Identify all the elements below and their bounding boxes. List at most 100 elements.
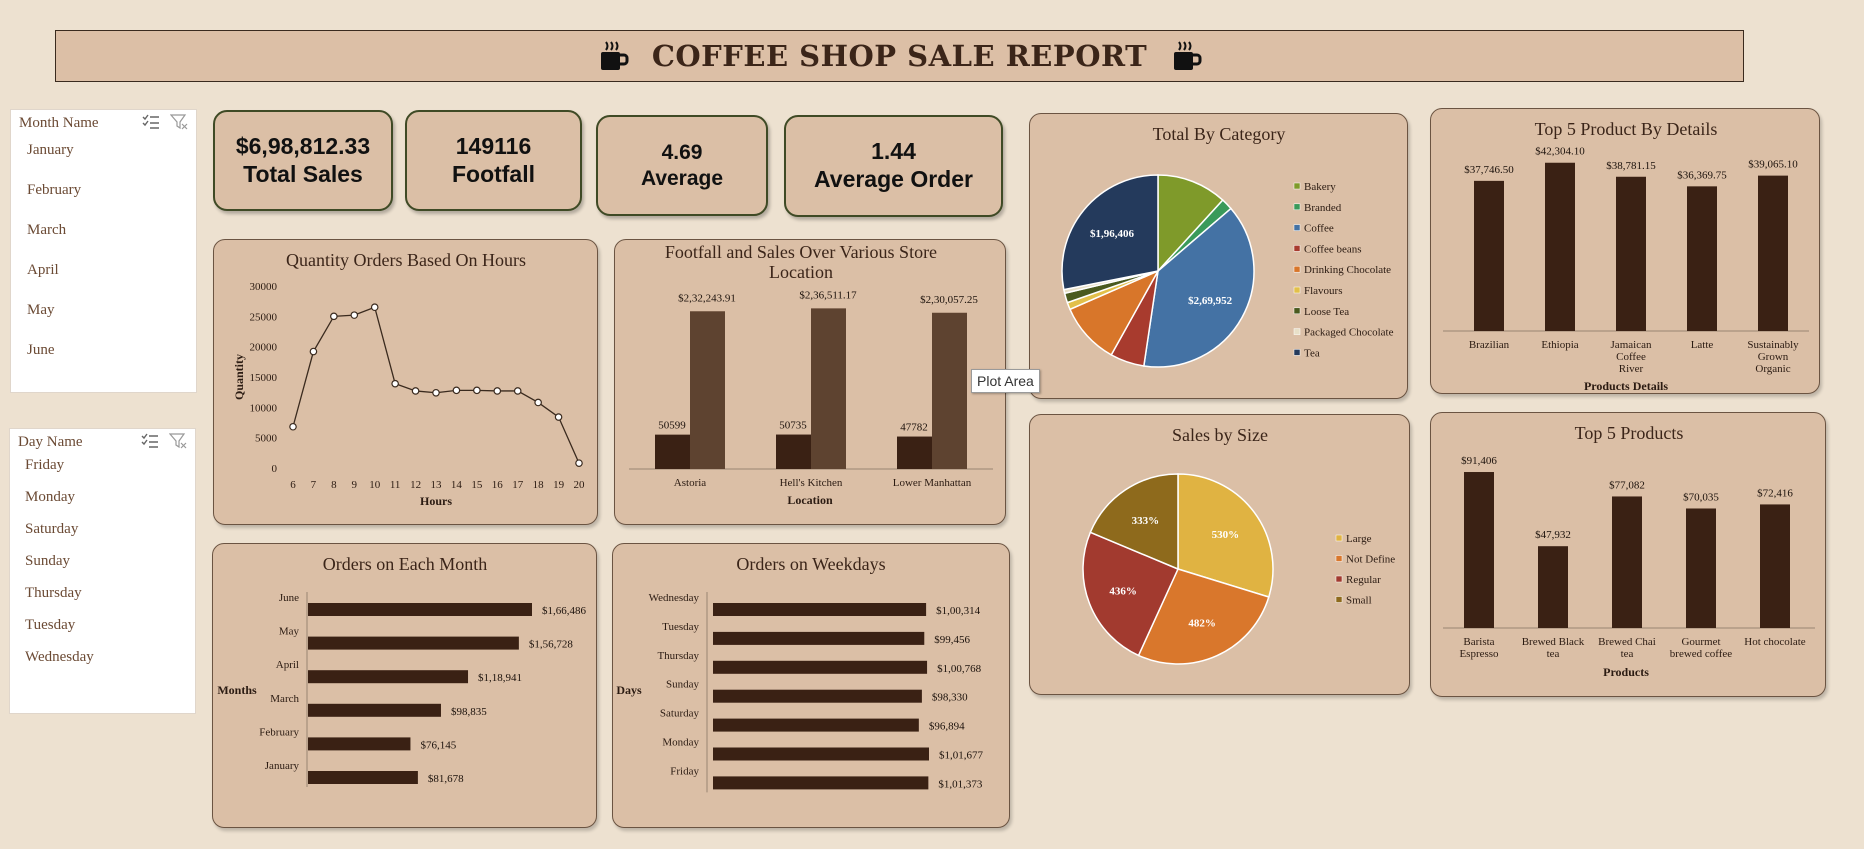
chart-hours[interactable]: Quantity Orders Based On Hours 0 5000 10000… [213, 239, 598, 525]
x-tick-label: 17 [512, 479, 524, 491]
slicer-item-tuesday[interactable]: Tuesday [10, 617, 195, 649]
x-axis-label: Products [1603, 665, 1649, 679]
chart-weekday[interactable]: Orders on Weekdays Days Wednesday $1,00,314… [612, 543, 1010, 828]
data-label: $1,96,406 [1090, 228, 1135, 240]
kpi-label: Footfall [451, 160, 536, 187]
legend-label: Packaged Chocolate [1304, 327, 1394, 339]
multi-select-icon[interactable] [141, 433, 159, 449]
bar-footfall [776, 434, 811, 469]
x-tick-label: Hot chocolate [1744, 636, 1806, 648]
clear-filter-icon[interactable] [169, 433, 187, 449]
data-point [513, 387, 522, 395]
slicer-item-february[interactable]: February [11, 182, 196, 222]
x-tick-label: Hell's Kitchen [780, 477, 843, 489]
data-point [391, 379, 399, 388]
x-tick-label: 16 [492, 479, 504, 491]
data-point [350, 311, 359, 319]
chart-size[interactable]: Sales by Size 530% 482% 436% 333% Large Not De… [1029, 414, 1410, 695]
slicer-item-april[interactable]: April [11, 262, 196, 302]
multi-select-icon[interactable] [142, 114, 160, 130]
x-tick-label: 7 [311, 479, 317, 491]
data-point [452, 386, 461, 395]
bar [1464, 472, 1494, 628]
chart-title: Sales by Size [1172, 425, 1268, 445]
y-tick-label: June [279, 592, 299, 604]
bar [1474, 180, 1504, 331]
data-label: $38,781.15 [1606, 160, 1656, 172]
legend-label: Not Define [1346, 554, 1395, 566]
x-tick-label: Sustainably Grown Organic [1747, 339, 1799, 375]
legend-swatch [1293, 203, 1301, 211]
data-point [370, 303, 379, 312]
data-label: $96,894 [929, 721, 965, 733]
coffee-cup-icon [600, 41, 629, 70]
data-label: $70,035 [1683, 491, 1719, 503]
legend-label: Large [1346, 533, 1372, 545]
legend-swatch [1293, 349, 1301, 356]
data-label: $1,18,941 [478, 672, 522, 684]
legend-label: Regular [1346, 574, 1381, 586]
y-tick-label: January [265, 760, 300, 772]
data-point [411, 387, 420, 395]
day-slicer-title: Day Name [18, 433, 83, 450]
kpi-label: Average Order [814, 166, 973, 192]
slicer-item-thursday[interactable]: Thursday [10, 585, 195, 617]
data-label: 50735 [779, 420, 807, 432]
y-tick-label: 5000 [255, 433, 278, 445]
data-label: $2,69,952 [1188, 295, 1233, 307]
y-tick-label: 30000 [250, 281, 278, 293]
y-tick-label: April [276, 659, 299, 671]
slicer-item-january[interactable]: January [11, 142, 196, 182]
data-point [432, 388, 440, 397]
x-tick-label: Astoria [674, 477, 707, 489]
x-tick-label: 13 [431, 479, 443, 491]
data-label: $1,01,373 [938, 778, 983, 790]
slicer-item-friday[interactable]: Friday [10, 457, 195, 489]
bar [308, 603, 532, 616]
slicer-item-saturday[interactable]: Saturday [10, 521, 195, 553]
report-header: COFFEE SHOP SALE REPORT [55, 30, 1744, 82]
y-axis-label: Quantity [232, 354, 246, 400]
chart-month[interactable]: Orders on Each Month Months June $1,66,486 M… [212, 543, 597, 828]
bar [1545, 162, 1575, 331]
kpi-footfall: 149116 Footfall [405, 110, 582, 211]
bar [1758, 175, 1788, 331]
slicer-item-may[interactable]: May [11, 302, 196, 342]
bar-footfall [655, 434, 690, 469]
kpi-average: 4.69 Average [596, 115, 768, 216]
y-tick-label: May [279, 626, 300, 638]
legend-label: Loose Tea [1304, 306, 1349, 318]
chart-category[interactable]: Total By Category $2,69,952 $1,96,406 Baker… [1029, 113, 1408, 399]
data-label: $81,678 [428, 773, 464, 785]
data-point [289, 422, 297, 431]
slicer-item-march[interactable]: March [11, 222, 196, 262]
legend-swatch [1293, 265, 1301, 273]
bar [713, 776, 929, 790]
month-slicer-title: Month Name [19, 114, 99, 131]
data-point [534, 398, 542, 407]
y-tick-label: Saturday [660, 708, 700, 720]
bar [713, 718, 919, 732]
y-tick-label: Friday [670, 765, 699, 777]
slicer-item-monday[interactable]: Monday [10, 489, 195, 521]
chart-title: Total By Category [1153, 124, 1286, 144]
x-tick-label: Brewed Black tea [1522, 636, 1585, 660]
slicer-item-sunday[interactable]: Sunday [10, 553, 195, 585]
data-point [330, 312, 338, 321]
chart-top5-details[interactable]: Top 5 Product By Details $37,746.50 Brazil… [1430, 108, 1820, 394]
bar [308, 771, 418, 784]
legend-swatch [1293, 224, 1301, 231]
chart-location[interactable]: Footfall and Sales Over Various Store Loc… [614, 239, 1006, 525]
data-label: $99,456 [934, 634, 970, 646]
legend-swatch [1293, 182, 1301, 190]
bar [1616, 176, 1646, 331]
bar-sales [811, 308, 846, 469]
slicer-item-june[interactable]: June [11, 342, 196, 382]
clear-filter-icon[interactable] [170, 114, 188, 130]
bar [1612, 496, 1642, 628]
chart-top5-products[interactable]: Top 5 Products $91,406 Barista Espresso $47,… [1430, 412, 1826, 697]
slicer-item-wednesday[interactable]: Wednesday [10, 649, 195, 681]
x-tick-label: 11 [390, 479, 401, 491]
data-label: $77,082 [1609, 479, 1645, 491]
x-tick-label: 8 [331, 479, 337, 491]
